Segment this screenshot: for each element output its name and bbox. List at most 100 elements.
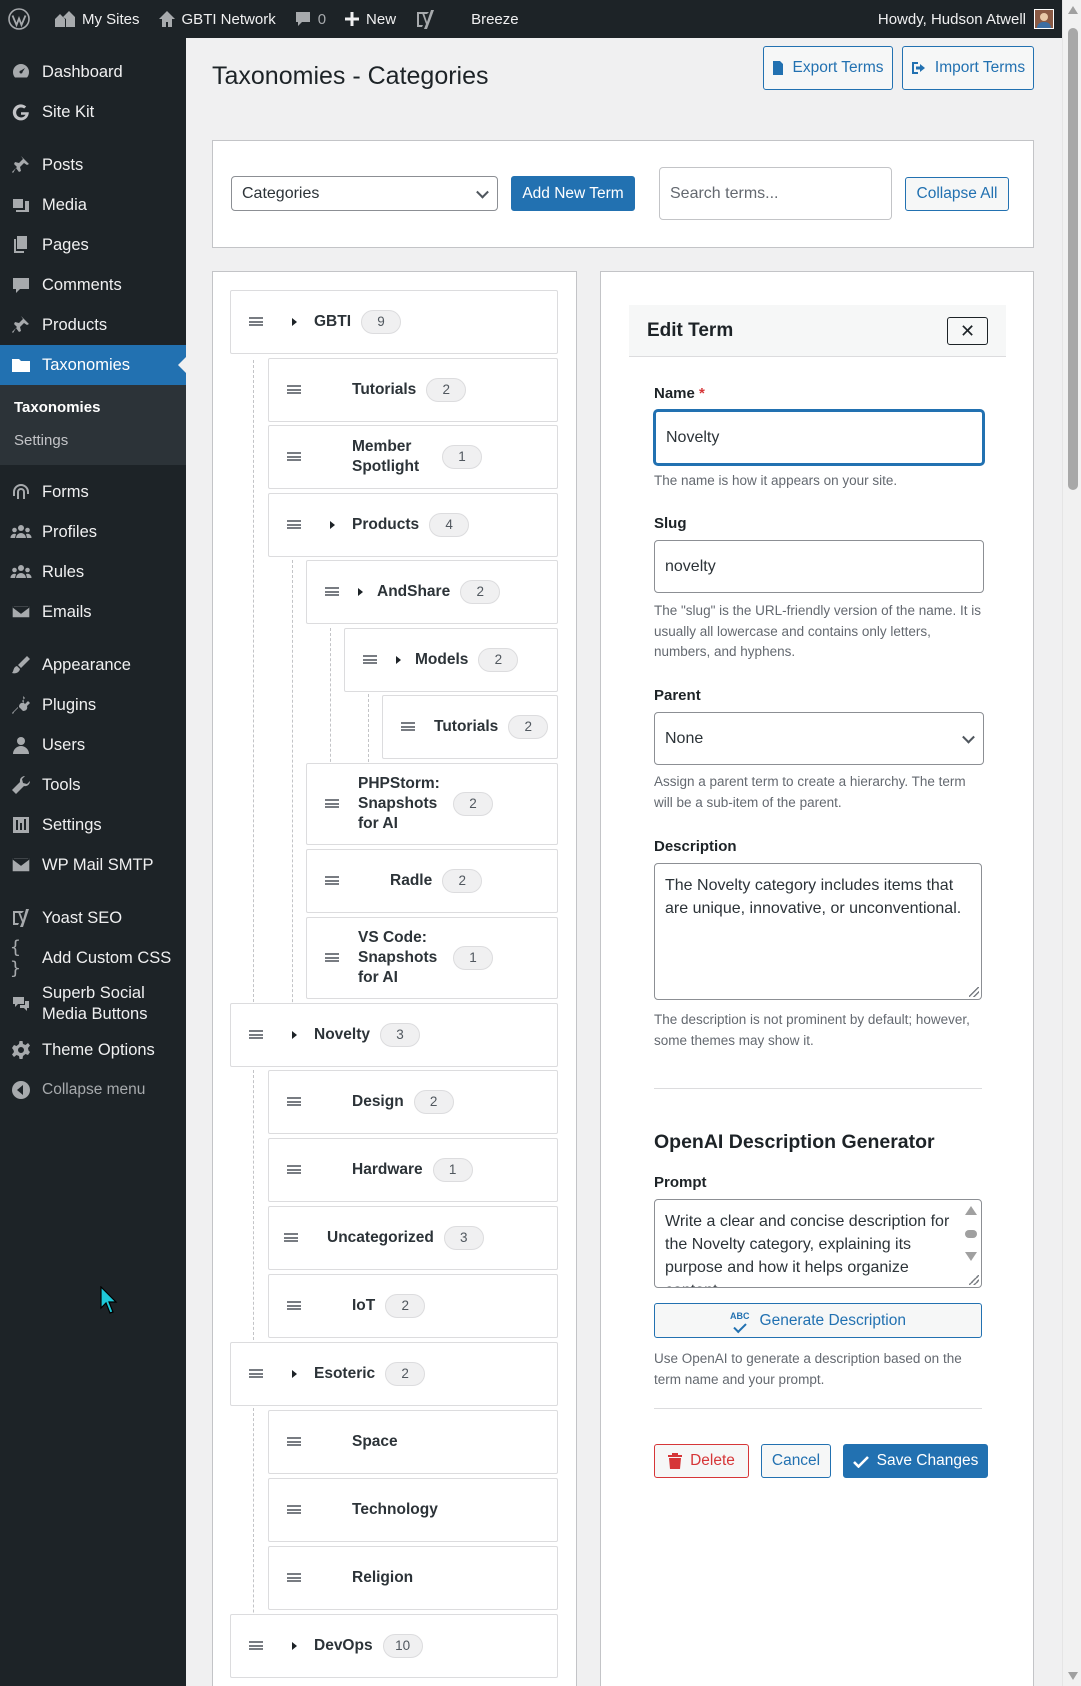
tree-node[interactable]: Esoteric 2: [230, 1342, 558, 1406]
drag-handle-icon[interactable]: [325, 953, 339, 962]
tree-node[interactable]: Hardware 1: [268, 1138, 558, 1202]
textarea-scrollbar[interactable]: [963, 1202, 979, 1284]
menu-item-comments[interactable]: Comments: [0, 265, 186, 305]
drag-handle-icon[interactable]: [249, 317, 263, 326]
resize-grip-icon[interactable]: [969, 1275, 979, 1285]
tree-node[interactable]: Uncategorized 3: [268, 1206, 558, 1270]
network-menu[interactable]: GBTI Network: [149, 0, 285, 38]
drag-handle-icon[interactable]: [363, 655, 377, 664]
description-textarea[interactable]: The Novelty category includes items that…: [654, 863, 982, 1000]
wordpress-logo-icon[interactable]: [0, 0, 45, 38]
close-button[interactable]: ✕: [947, 317, 988, 345]
menu-item-plugins[interactable]: Plugins: [0, 685, 186, 725]
menu-item-theme-options[interactable]: Theme Options: [0, 1030, 186, 1070]
tree-node[interactable]: Tutorials 2: [268, 358, 558, 422]
slug-input[interactable]: novelty: [654, 540, 984, 593]
tree-node[interactable]: PHPStorm: Snapshots for AI 2: [306, 763, 558, 845]
menu-item-add-custom-css[interactable]: { } Add Custom CSS: [0, 937, 186, 979]
drag-handle-icon[interactable]: [287, 1437, 301, 1446]
menu-item-superb-social[interactable]: Superb Social Media Buttons: [0, 978, 186, 1030]
cancel-button[interactable]: Cancel: [761, 1444, 831, 1478]
prompt-textarea[interactable]: Write a clear and concise description fo…: [654, 1199, 982, 1288]
menu-item-taxonomies[interactable]: Taxonomies: [0, 345, 186, 385]
my-account-menu[interactable]: Howdy, Hudson Atwell: [869, 0, 1062, 38]
collapse-all-button[interactable]: Collapse All: [905, 177, 1009, 211]
delete-button[interactable]: Delete: [654, 1444, 749, 1478]
drag-handle-icon[interactable]: [287, 452, 301, 461]
search-terms-input[interactable]: Search terms...: [659, 167, 892, 220]
drag-handle-icon[interactable]: [287, 1573, 301, 1582]
tree-node[interactable]: AndShare 2: [306, 560, 558, 624]
tree-node[interactable]: GBTI 9: [230, 290, 558, 354]
menu-item-users[interactable]: Users: [0, 725, 186, 765]
menu-item-wp-mail-smtp[interactable]: WP Mail SMTP: [0, 845, 186, 885]
drag-handle-icon[interactable]: [401, 722, 415, 731]
tree-node[interactable]: Models 2: [344, 628, 558, 692]
drag-handle-icon[interactable]: [287, 1097, 301, 1106]
submenu-item-settings[interactable]: Settings: [0, 424, 186, 457]
expand-toggle-icon[interactable]: [358, 588, 363, 596]
drag-handle-icon[interactable]: [287, 520, 301, 529]
tree-node[interactable]: Products 4: [268, 493, 558, 557]
menu-item-emails[interactable]: Emails: [0, 592, 186, 632]
menu-item-products[interactable]: Products: [0, 305, 186, 345]
tree-node[interactable]: Member Spotlight 1: [268, 425, 558, 489]
submenu-item-taxonomies[interactable]: Taxonomies: [0, 391, 186, 424]
tree-node[interactable]: Religion: [268, 1546, 558, 1610]
menu-item-forms[interactable]: Forms: [0, 472, 186, 512]
my-sites-menu[interactable]: My Sites: [45, 0, 149, 38]
drag-handle-icon[interactable]: [325, 799, 339, 808]
menu-item-yoast-seo[interactable]: Yoast SEO: [0, 898, 186, 938]
tree-node[interactable]: DevOps 10: [230, 1614, 558, 1678]
menu-item-media[interactable]: Media: [0, 185, 186, 225]
drag-handle-icon[interactable]: [287, 385, 301, 394]
expand-toggle-icon[interactable]: [292, 318, 297, 326]
drag-handle-icon[interactable]: [325, 587, 339, 596]
name-input[interactable]: Novelty: [654, 410, 984, 465]
menu-item-posts[interactable]: Posts: [0, 145, 186, 185]
page-scrollbar[interactable]: [1062, 0, 1081, 1686]
comments-menu[interactable]: 0: [285, 0, 335, 38]
tree-node[interactable]: Space: [268, 1410, 558, 1474]
expand-toggle-icon[interactable]: [292, 1642, 297, 1650]
tree-node[interactable]: Design 2: [268, 1070, 558, 1134]
tree-node[interactable]: VS Code: Snapshots for AI 1: [306, 917, 558, 999]
scroll-up-arrow-icon[interactable]: [1068, 6, 1078, 14]
save-changes-button[interactable]: Save Changes: [843, 1444, 988, 1478]
drag-handle-icon[interactable]: [249, 1030, 263, 1039]
parent-select[interactable]: None: [654, 712, 984, 765]
yoast-menu[interactable]: [405, 0, 451, 38]
drag-handle-icon[interactable]: [284, 1233, 298, 1242]
resize-grip-icon[interactable]: [969, 987, 979, 997]
scroll-up-icon[interactable]: [965, 1206, 977, 1215]
tree-node[interactable]: Technology: [268, 1478, 558, 1542]
scrollbar-thumb[interactable]: [1068, 28, 1078, 490]
generate-description-button[interactable]: ABC Generate Description: [654, 1303, 982, 1338]
scroll-thumb[interactable]: [965, 1230, 977, 1238]
menu-item-pages[interactable]: Pages: [0, 225, 186, 265]
breeze-menu[interactable]: Breeze: [451, 0, 528, 38]
expand-toggle-icon[interactable]: [292, 1031, 297, 1039]
scroll-down-icon[interactable]: [965, 1252, 977, 1261]
expand-toggle-icon[interactable]: [330, 521, 335, 529]
menu-item-rules[interactable]: Rules: [0, 552, 186, 592]
taxonomy-select[interactable]: Categories: [231, 176, 498, 211]
collapse-menu-button[interactable]: Collapse menu: [0, 1070, 186, 1110]
export-terms-button[interactable]: Export Terms: [763, 46, 893, 90]
menu-item-tools[interactable]: Tools: [0, 765, 186, 805]
menu-item-settings[interactable]: Settings: [0, 805, 186, 845]
scroll-down-arrow-icon[interactable]: [1068, 1672, 1078, 1680]
menu-item-appearance[interactable]: Appearance: [0, 645, 186, 685]
drag-handle-icon[interactable]: [249, 1641, 263, 1650]
add-new-term-button[interactable]: Add New Term: [511, 176, 635, 211]
expand-toggle-icon[interactable]: [292, 1370, 297, 1378]
tree-node[interactable]: Novelty 3: [230, 1003, 558, 1067]
tree-node[interactable]: Radle 2: [306, 849, 558, 913]
menu-item-profiles[interactable]: Profiles: [0, 512, 186, 552]
drag-handle-icon[interactable]: [287, 1165, 301, 1174]
drag-handle-icon[interactable]: [249, 1369, 263, 1378]
tree-node[interactable]: Tutorials 2: [382, 695, 558, 759]
new-content-menu[interactable]: New: [335, 0, 405, 38]
drag-handle-icon[interactable]: [287, 1505, 301, 1514]
expand-toggle-icon[interactable]: [396, 656, 401, 664]
